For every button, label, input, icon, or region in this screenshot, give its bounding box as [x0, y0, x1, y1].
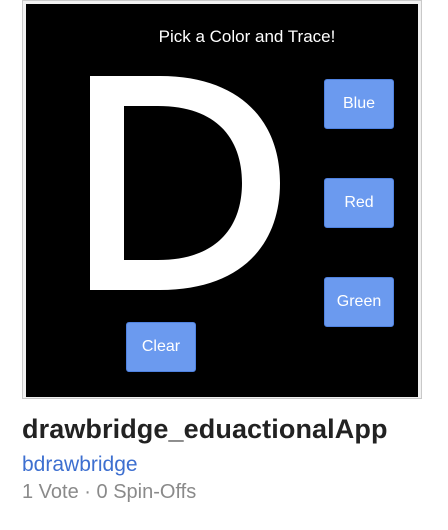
spinoff-count: 0 Spin-Offs — [96, 481, 197, 503]
clear-button[interactable]: Clear — [126, 322, 196, 372]
trace-letter-d[interactable] — [90, 76, 280, 290]
vote-count: 1 Vote — [22, 481, 79, 503]
app-instruction-title: Pick a Color and Trace! — [158, 27, 336, 46]
author-link[interactable]: bdrawbridge — [22, 453, 138, 477]
red-color-button[interactable]: Red — [324, 178, 394, 228]
stats-separator: · — [84, 481, 91, 503]
project-stats: 1 Vote · 0 Spin-Offs — [22, 481, 196, 504]
green-color-button[interactable]: Green — [324, 277, 394, 327]
project-title[interactable]: drawbridge_eduactionalApp — [22, 414, 388, 445]
project-thumbnail[interactable]: Pick a Color and Trace! Blue Red Green C… — [22, 0, 422, 399]
blue-color-button[interactable]: Blue — [324, 79, 394, 129]
app-canvas[interactable]: Pick a Color and Trace! Blue Red Green C… — [26, 4, 418, 397]
